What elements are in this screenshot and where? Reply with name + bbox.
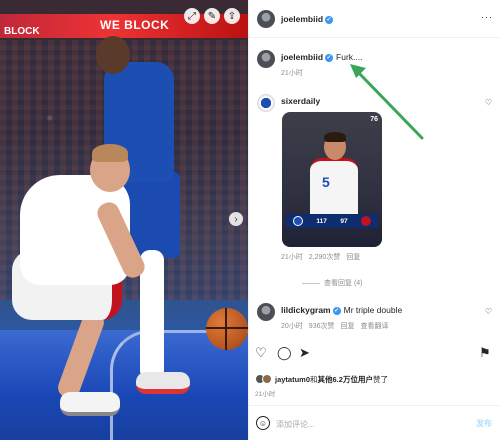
- banner-text-left: BLOCK: [4, 26, 40, 37]
- banner-text: WE BLOCK: [100, 18, 170, 32]
- comment-box: ☺ 发布: [248, 405, 500, 440]
- score-left: 117: [316, 217, 327, 225]
- player2-hair: [92, 144, 128, 162]
- send-icon[interactable]: ➤: [299, 345, 310, 361]
- expand-icon[interactable]: ⤢: [184, 8, 200, 24]
- verified-icon: ✓: [325, 15, 334, 24]
- view-replies-link[interactable]: 查看回复 (4): [302, 278, 363, 288]
- caption-avatar[interactable]: [257, 50, 275, 68]
- post-header: joelembiid ✓ ···: [249, 0, 500, 38]
- header-username-text[interactable]: joelembiid: [281, 14, 323, 24]
- liker-username[interactable]: jaytatum0: [275, 375, 310, 384]
- player-head: [96, 36, 130, 74]
- header-username[interactable]: joelembiid ✓: [281, 14, 334, 24]
- likes-others[interactable]: 其他6.2万位用户: [318, 375, 373, 384]
- comment-meta: 20小时 936次赞 回复 查看翻译: [281, 321, 394, 331]
- share-icon[interactable]: ⇪: [224, 8, 240, 24]
- team-logo: [292, 216, 303, 226]
- post-time: 21小时: [255, 391, 276, 398]
- comment-input[interactable]: [276, 417, 446, 431]
- likes-connector: 和: [310, 374, 318, 384]
- team-logo: [361, 216, 372, 226]
- photo-toolbar: ⤢ ✎ ⇪: [184, 8, 240, 24]
- comment-time: 20小时: [281, 323, 303, 330]
- post-photo[interactable]: WE BLOCK BLOCK ⤢ ✎ ⇪ ›: [0, 0, 248, 440]
- comment-avatar[interactable]: [257, 303, 275, 321]
- more-options-icon[interactable]: ···: [481, 12, 493, 22]
- comment-time: 21小时: [281, 254, 303, 261]
- avatar[interactable]: [257, 10, 275, 28]
- likes-summary: jaytatum0和其他6.2万位用户赞了: [255, 372, 388, 386]
- heart-icon[interactable]: ♡: [255, 345, 267, 361]
- basketball: [206, 308, 248, 350]
- liker-avatar: [262, 374, 272, 384]
- translate-link[interactable]: 查看翻译: [360, 323, 388, 330]
- comment-text: Mr triple double: [343, 305, 403, 315]
- comment-likes[interactable]: 936次赞: [309, 323, 335, 330]
- likes-text: jaytatum0和其他6.2万位用户赞了: [275, 374, 388, 385]
- reply-link[interactable]: 回复: [340, 323, 354, 330]
- comment-line: lildickygram ✓ Mr triple double: [281, 305, 402, 315]
- verified-icon: ✓: [325, 53, 334, 62]
- heart-icon[interactable]: ♡: [485, 98, 492, 107]
- chevron-right-icon[interactable]: ›: [229, 212, 243, 226]
- player2-shoe: [60, 392, 120, 416]
- comment-username[interactable]: lildickygram: [281, 305, 331, 315]
- caption-time: 21小时: [281, 70, 303, 77]
- comment-username[interactable]: sixerdaily: [281, 96, 320, 106]
- comment-media[interactable]: 5 76 117 97: [282, 112, 382, 247]
- emoji-icon[interactable]: ☺: [256, 416, 270, 430]
- post-button[interactable]: 发布: [476, 418, 492, 429]
- thumb-hair: [324, 132, 346, 142]
- comment-meta: 21小时 2,290次赞 回复: [281, 252, 366, 262]
- thumb-corner-label: 76: [370, 116, 378, 123]
- comment-icon[interactable]: ◯: [277, 345, 292, 361]
- player-shoe: [136, 372, 190, 394]
- likes-suffix: 赞了: [372, 374, 388, 384]
- comment-likes[interactable]: 2,290次赞: [309, 254, 341, 261]
- scoreboard: 117 97: [286, 214, 378, 228]
- action-bar: ♡ ◯ ➤ ⚑: [255, 345, 493, 363]
- heart-icon[interactable]: ♡: [485, 307, 492, 316]
- thumb-jersey-number: 5: [322, 174, 330, 190]
- caption-username[interactable]: joelembiid: [281, 52, 323, 62]
- caption-meta: 21小时: [281, 68, 309, 78]
- comment-avatar[interactable]: [257, 94, 275, 112]
- edit-icon[interactable]: ✎: [204, 8, 220, 24]
- bookmark-icon[interactable]: ⚑: [479, 345, 491, 361]
- score-right: 97: [340, 217, 348, 225]
- reply-link[interactable]: 回复: [346, 254, 360, 261]
- verified-icon: ✓: [332, 306, 341, 315]
